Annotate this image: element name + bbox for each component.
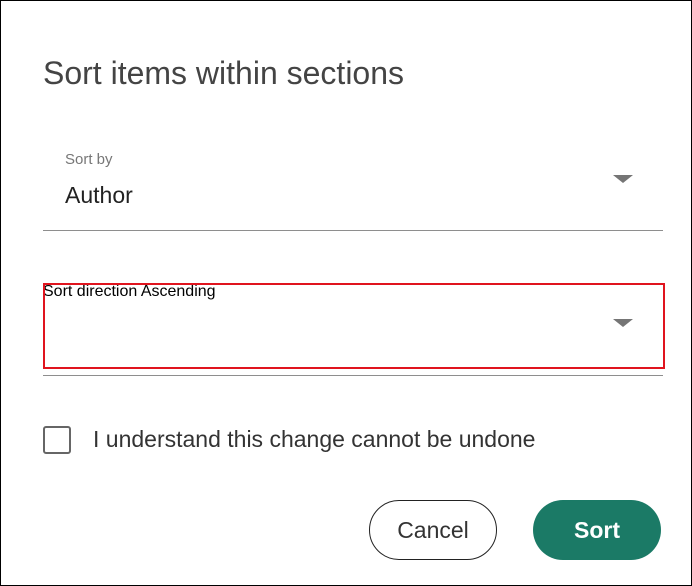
sort-direction-underline: [43, 375, 663, 376]
sort-by-label: Sort by: [65, 151, 113, 168]
sort-by-select[interactable]: Sort by Author: [43, 135, 663, 231]
chevron-down-icon[interactable]: [613, 319, 633, 327]
chevron-down-icon[interactable]: [613, 175, 633, 183]
dialog-title: Sort items within sections: [43, 55, 405, 91]
sort-button[interactable]: Sort: [533, 500, 661, 560]
sort-direction-select[interactable]: Sort direction Ascending: [43, 283, 663, 369]
confirm-checkbox-row[interactable]: I understand this change cannot be undon…: [43, 421, 673, 457]
sort-direction-label: Sort direction: [43, 283, 138, 300]
sort-by-value: Author: [65, 182, 133, 208]
sort-direction-value: Ascending: [140, 283, 216, 300]
confirm-checkbox-label[interactable]: I understand this change cannot be undon…: [93, 424, 535, 454]
sort-dialog: Sort items within sections Sort by Autho…: [0, 0, 692, 586]
checkbox-unchecked-icon[interactable]: [43, 426, 71, 454]
sort-direction-container: Sort direction Ascending: [43, 283, 665, 376]
cancel-button[interactable]: Cancel: [369, 500, 497, 560]
